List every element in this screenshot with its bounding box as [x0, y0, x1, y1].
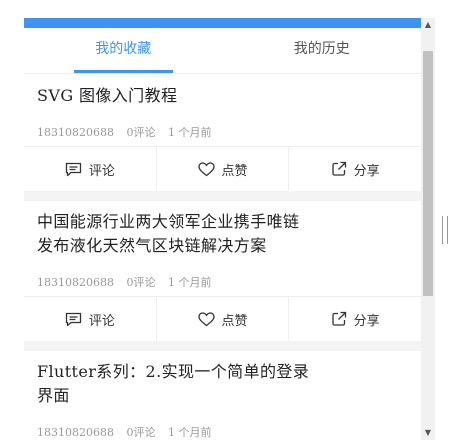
like-button[interactable]: 点赞	[155, 297, 289, 341]
article-title-line: Flutter系列：2.实现一个简单的登录	[37, 362, 310, 381]
share-label: 分享	[353, 163, 380, 179]
article-comment-count: 0评论	[126, 126, 156, 139]
like-label: 点赞	[221, 313, 248, 329]
article-card[interactable]: 中国能源行业两大领军企业携手唯链 发布液化天然气区块链解决方案 18310820…	[24, 201, 421, 341]
tab-my-history[interactable]: 我的历史	[223, 28, 422, 73]
share-label: 分享	[353, 313, 380, 329]
article-title-line: SVG 图像入门教程	[37, 86, 178, 105]
article-time: 1 个月前	[167, 276, 212, 289]
share-icon	[332, 311, 346, 326]
comment-icon	[65, 312, 81, 326]
share-icon	[332, 161, 346, 176]
tab-my-favorites[interactable]: 我的收藏	[24, 28, 223, 73]
article-comment-count: 0评论	[126, 276, 156, 289]
article-title[interactable]: Flutter系列：2.实现一个简单的登录 界面	[24, 351, 421, 408]
scrollbar[interactable]: ▲ ▼	[421, 18, 435, 440]
scroll-down-arrow-icon[interactable]: ▼	[421, 426, 435, 440]
article-author: 18310820688	[37, 426, 114, 439]
article-card[interactable]: Flutter系列：2.实现一个简单的登录 界面 18310820688 0评论…	[24, 351, 421, 446]
tab-bar: 我的收藏 我的历史	[24, 28, 421, 74]
active-tab-indicator	[74, 70, 173, 73]
card-divider	[24, 341, 421, 351]
article-title[interactable]: 中国能源行业两大领军企业携手唯链 发布液化天然气区块链解决方案	[24, 201, 421, 258]
article-card[interactable]: SVG 图像入门教程 18310820688 0评论 1 个月前 评论 点赞 分…	[24, 74, 421, 191]
card-divider	[24, 191, 421, 201]
heart-icon	[197, 311, 215, 326]
heart-icon	[197, 161, 215, 176]
article-title-line: 中国能源行业两大领军企业携手唯链	[37, 212, 300, 231]
article-actions: 评论 点赞 分享	[24, 146, 421, 191]
share-button[interactable]: 分享	[288, 297, 421, 341]
comment-label: 评论	[88, 163, 115, 179]
article-title[interactable]: SVG 图像入门教程	[24, 74, 421, 105]
article-author: 18310820688	[37, 126, 114, 139]
resize-grip-icon[interactable]	[442, 216, 448, 244]
scrollbar-thumb[interactable]	[423, 51, 433, 296]
article-meta: 18310820688 0评论 1 个月前	[24, 420, 421, 446]
share-button[interactable]: 分享	[288, 147, 421, 191]
comment-button[interactable]: 评论	[24, 147, 156, 191]
article-time: 1 个月前	[167, 126, 212, 139]
article-actions: 评论 点赞 分享	[24, 296, 421, 341]
top-accent-bar	[24, 18, 421, 28]
favorites-panel: 我的收藏 我的历史 SVG 图像入门教程 18310820688 0评论 1 个…	[24, 18, 421, 448]
article-author: 18310820688	[37, 276, 114, 289]
like-button[interactable]: 点赞	[155, 147, 289, 191]
article-title-line: 发布液化天然气区块链解决方案	[37, 236, 267, 255]
article-meta: 18310820688 0评论 1 个月前	[24, 120, 421, 146]
like-label: 点赞	[221, 163, 248, 179]
article-meta: 18310820688 0评论 1 个月前	[24, 270, 421, 296]
scroll-up-arrow-icon[interactable]: ▲	[421, 18, 435, 32]
article-time: 1 个月前	[167, 426, 212, 439]
comment-icon	[65, 162, 81, 176]
comment-button[interactable]: 评论	[24, 297, 156, 341]
comment-label: 评论	[88, 313, 115, 329]
article-comment-count: 0评论	[126, 426, 156, 439]
article-title-line: 界面	[37, 386, 70, 405]
